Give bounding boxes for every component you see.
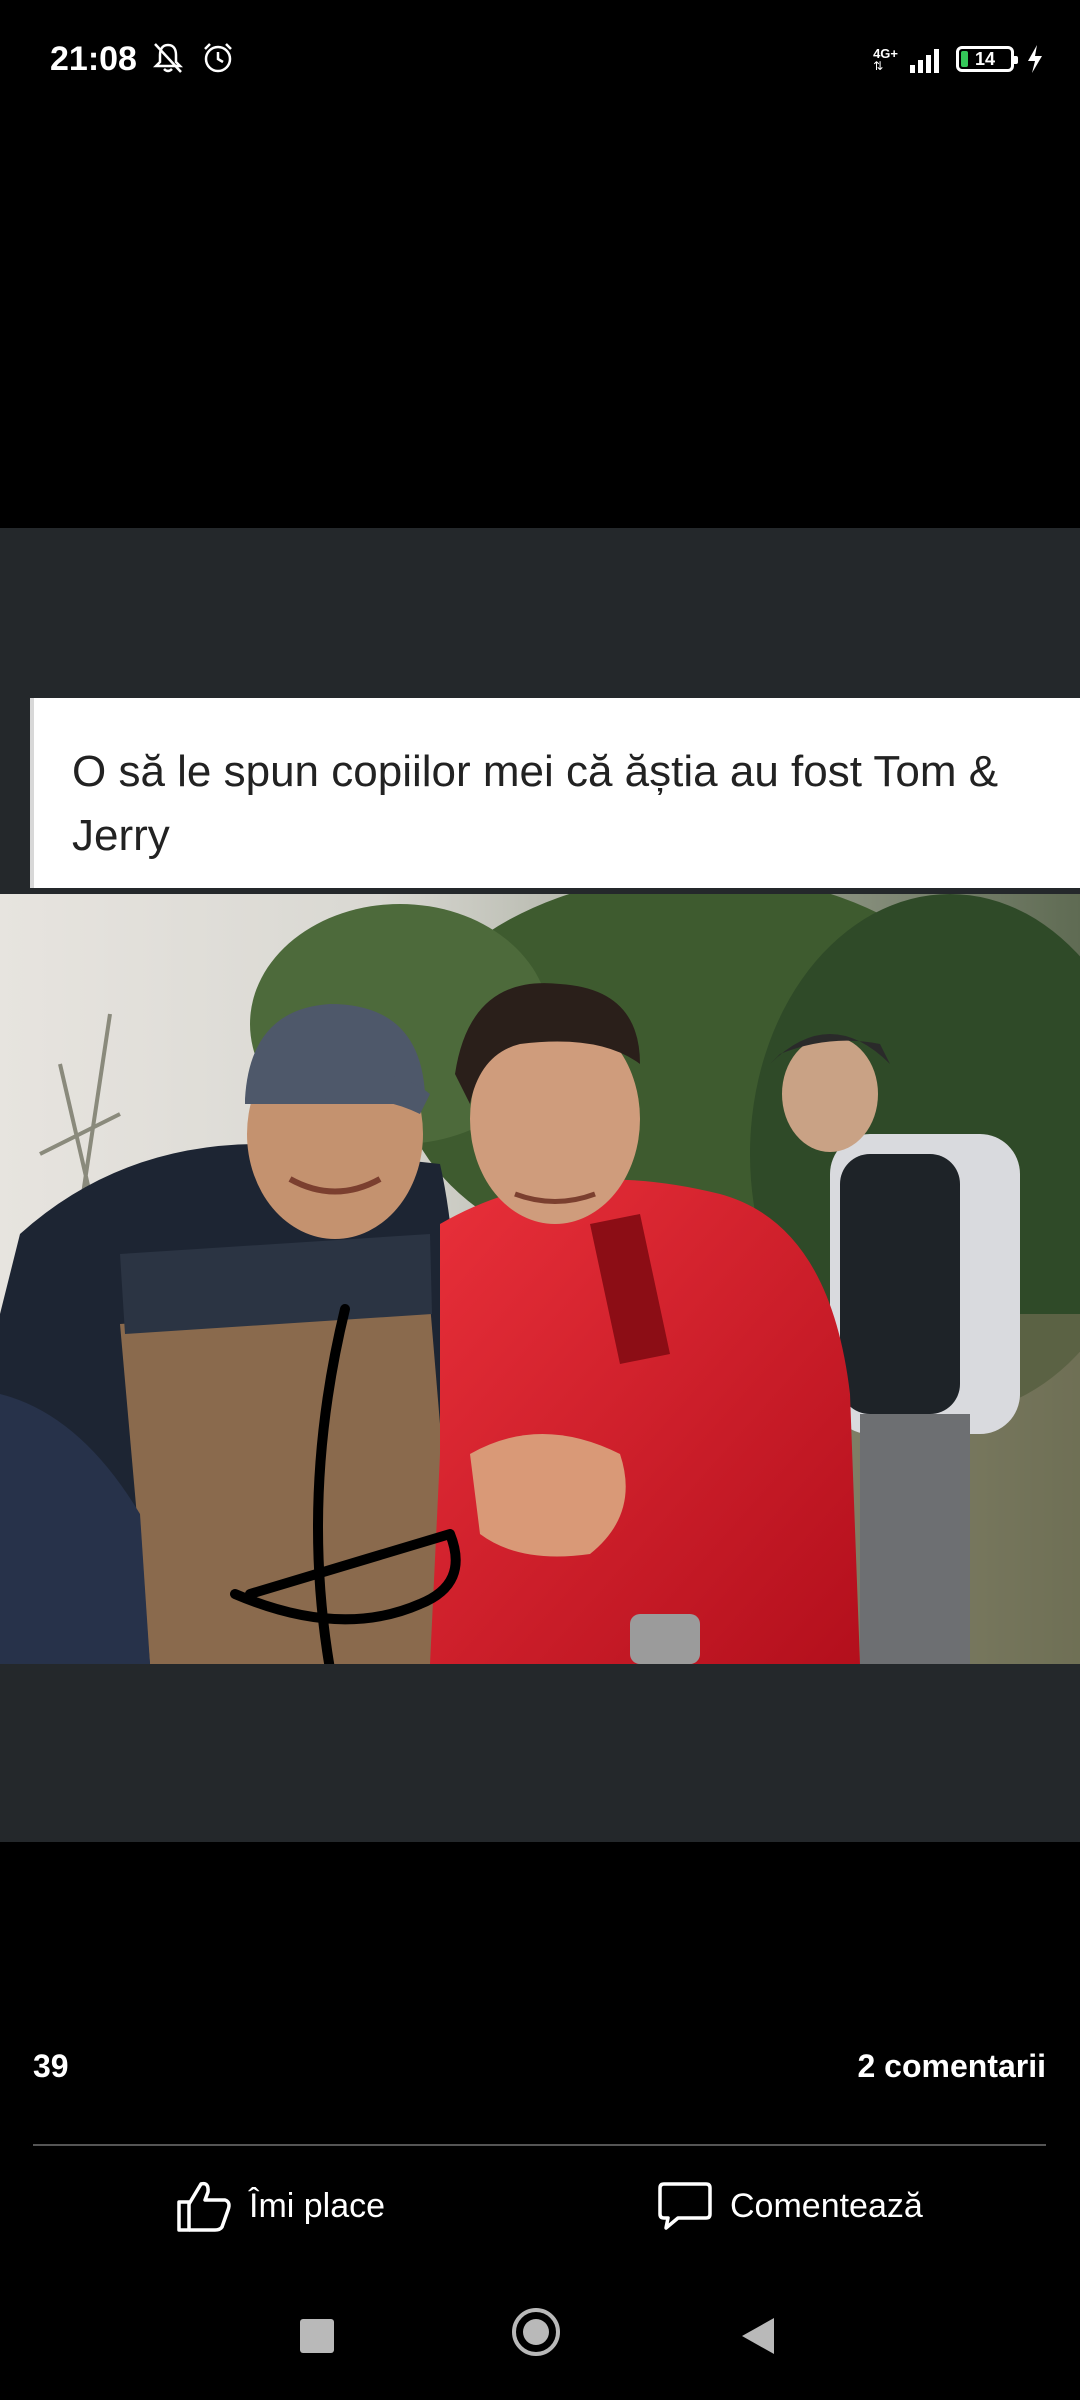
alarm-clock-icon [204,43,232,73]
post-caption: O să le spun copiilor mei că ăștia au fo… [72,747,999,860]
network-type: 4G+ ⇅ [873,45,898,73]
status-left-icons [150,40,236,76]
status-time: 21:08 [50,40,137,78]
navigation-bar [0,2290,1080,2380]
post-image[interactable]: O să le spun copiilor mei că ăștia au fo… [0,528,1080,1842]
battery-level: 14 [974,49,996,69]
thumbs-up-icon [177,2181,231,2232]
recents-icon[interactable] [300,2319,334,2353]
like-button[interactable]: Îmi place [175,2178,385,2234]
comment-label: Comentează [730,2186,923,2225]
divider [33,2144,1046,2146]
like-count[interactable]: 39 [33,2048,69,2085]
charging-icon [1028,45,1042,73]
caption-panel: O să le spun copiilor mei că ăștia au fo… [30,698,1080,888]
comment-bubble-icon [658,2182,712,2230]
silent-bell-icon [152,43,184,73]
like-label: Îmi place [249,2186,386,2225]
status-right-icons: 4G+ ⇅ 14 [873,44,1044,74]
network-label: 4G+ [873,45,898,61]
post-photo [0,894,1080,1664]
comment-button[interactable]: Comentează [656,2178,923,2234]
home-icon[interactable] [512,2308,560,2356]
battery-icon: 14 [956,46,1018,72]
back-icon[interactable] [742,2318,774,2354]
signal-icon [910,49,939,73]
status-bar: 21:08 4G+ ⇅ 14 [0,0,1080,130]
comments-count[interactable]: 2 comentarii [857,2048,1046,2085]
